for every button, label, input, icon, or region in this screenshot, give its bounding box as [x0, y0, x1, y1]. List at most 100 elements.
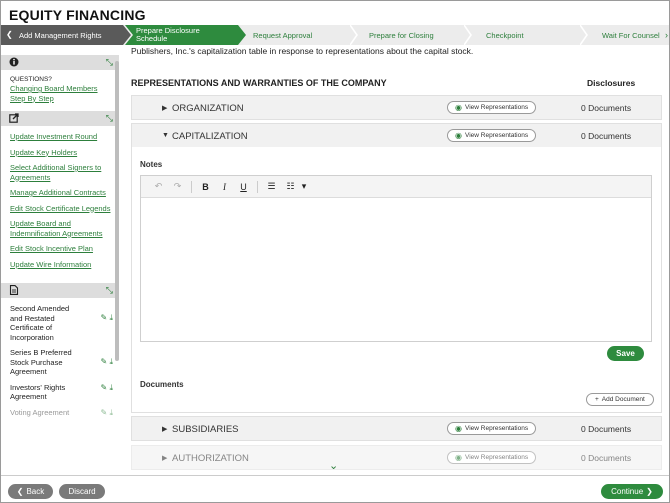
- step-checkpoint[interactable]: Checkpoint: [486, 25, 524, 45]
- rep-item-authorization[interactable]: ▶ AUTHORIZATION ◉ View Representations 0 …: [131, 445, 662, 470]
- info-panel: QUESTIONS? Changing Board Members Step B…: [1, 70, 119, 109]
- link-step-by-step[interactable]: Step By Step: [10, 94, 113, 104]
- step-active[interactable]: Prepare Disclosure Schedule: [125, 25, 246, 45]
- step-label: Wait For Counsel: [602, 30, 660, 40]
- link-update-board-indemnification[interactable]: Update Board and Indemnification Agreeme…: [10, 219, 113, 238]
- footer-bar: ❮ Back Discard Continue ❯: [1, 475, 669, 502]
- link-manage-additional-contracts[interactable]: Manage Additional Contracts: [10, 188, 113, 198]
- scroll-down-icon[interactable]: ⌄: [329, 459, 338, 472]
- step-label: Request Approval: [253, 30, 313, 40]
- document-name: Investors' Rights Agreement: [10, 382, 66, 402]
- underline-icon[interactable]: U: [234, 182, 253, 192]
- toolbar-divider: [257, 180, 258, 193]
- external-link-icon: [9, 112, 19, 125]
- download-icon[interactable]: ⤓: [109, 408, 113, 417]
- bold-icon[interactable]: B: [196, 182, 215, 192]
- capitalization-panel: Notes ↶ ↷ B I U ☰ ☷ ▾ Save Documents + Ad…: [131, 147, 662, 413]
- edit-icon[interactable]: ✎: [101, 408, 108, 417]
- rep-title: CAPITALIZATION: [172, 131, 248, 142]
- save-button[interactable]: Save: [607, 346, 644, 361]
- document-item: Second Amended and Restated Certificate …: [10, 304, 113, 342]
- document-item: Voting Agreement ✎ ⤓: [10, 408, 113, 418]
- step-progress-bar: ❮ Add Management Rights Prepare Disclosu…: [1, 25, 669, 45]
- numbered-list-icon[interactable]: ☷: [281, 181, 300, 192]
- document-icon: [9, 284, 19, 297]
- link-update-investment-round[interactable]: Update Investment Round: [10, 132, 113, 142]
- link-edit-stock-incentive-plan[interactable]: Edit Stock Incentive Plan: [10, 244, 113, 254]
- download-icon[interactable]: ⤓: [109, 383, 113, 392]
- document-count: 0 Documents: [581, 453, 632, 463]
- chevron-down-icon[interactable]: ▾: [300, 181, 308, 192]
- link-changing-board-members[interactable]: Changing Board Members: [10, 84, 113, 94]
- document-name: Series B Preferred Stock Purchase Agreem…: [10, 348, 72, 376]
- edit-icon[interactable]: ✎: [101, 383, 108, 392]
- view-representations-button[interactable]: ◉ View Representations: [447, 129, 537, 142]
- link-select-additional-signers[interactable]: Select Additional Signers to Agreements: [10, 163, 113, 182]
- continue-button[interactable]: Continue ❯: [601, 484, 663, 499]
- undo-icon[interactable]: ↶: [149, 181, 168, 192]
- collapse-icon[interactable]: ⤡: [106, 113, 113, 124]
- download-icon[interactable]: ⤓: [109, 313, 113, 322]
- link-edit-stock-certificate-legends[interactable]: Edit Stock Certificate Legends: [10, 204, 113, 214]
- sidebar-scrollbar[interactable]: [115, 61, 119, 361]
- step-label: Checkpoint: [486, 30, 524, 40]
- main-content: Publishers, Inc.'s capitalization table …: [123, 45, 669, 475]
- discard-button[interactable]: Discard: [59, 484, 105, 499]
- disclosures-header: Disclosures: [587, 78, 636, 88]
- page-title: EQUITY FINANCING: [9, 7, 146, 23]
- rep-item-capitalization[interactable]: ▼ CAPITALIZATION ◉ View Representations 0…: [131, 123, 662, 148]
- view-representations-button[interactable]: ◉ View Representations: [447, 422, 537, 435]
- step-completed[interactable]: ❮ Add Management Rights: [1, 25, 131, 45]
- documents-panel: Second Amended and Restated Certificate …: [1, 298, 119, 429]
- intro-text: Publishers, Inc.'s capitalization table …: [131, 46, 474, 56]
- rep-item-subsidiaries[interactable]: ▶ SUBSIDIARIES ◉ View Representations 0 D…: [131, 416, 662, 441]
- eye-icon: ◉: [455, 424, 462, 433]
- step-wait-counsel[interactable]: Wait For Counsel: [602, 25, 662, 45]
- document-count: 0 Documents: [581, 424, 632, 434]
- redo-icon[interactable]: ↷: [168, 181, 187, 192]
- sidebar: ⤡ QUESTIONS? Changing Board Members Step…: [1, 55, 119, 475]
- document-name: Voting Agreement: [10, 407, 70, 417]
- document-count: 0 Documents: [581, 103, 632, 113]
- add-document-button[interactable]: + Add Document: [586, 393, 654, 406]
- edit-icon[interactable]: ✎: [101, 313, 108, 322]
- actions-panel-header: ⤡: [1, 111, 119, 126]
- step-prepare-closing[interactable]: Prepare for Closing: [369, 25, 434, 45]
- collapse-icon[interactable]: ⤡: [106, 285, 113, 296]
- step-label: Add Management Rights: [19, 30, 102, 40]
- step-separator: [464, 25, 472, 45]
- edit-icon[interactable]: ✎: [101, 357, 108, 366]
- back-button[interactable]: ❮ Back: [8, 484, 53, 499]
- plus-icon: +: [595, 396, 599, 403]
- chevron-right-icon[interactable]: ›: [665, 30, 668, 40]
- caret-right-icon: ▶: [162, 426, 168, 433]
- view-representations-button[interactable]: ◉ View Representations: [447, 101, 537, 114]
- documents-panel-header: ⤡: [1, 283, 119, 298]
- notes-editor[interactable]: ↶ ↷ B I U ☰ ☷ ▾: [140, 175, 652, 342]
- step-separator: [580, 25, 588, 45]
- actions-panel: Update Investment Round Update Key Holde…: [1, 126, 119, 281]
- app-window: EQUITY FINANCING ❮ Add Management Rights…: [0, 0, 670, 503]
- download-icon[interactable]: ⤓: [109, 357, 113, 366]
- rep-item-organization[interactable]: ▶ ORGANIZATION ◉ View Representations 0 D…: [131, 95, 662, 120]
- caret-down-icon: ▼: [162, 132, 169, 139]
- link-update-wire-information[interactable]: Update Wire Information: [10, 260, 113, 270]
- italic-icon[interactable]: I: [215, 182, 234, 192]
- step-request-approval[interactable]: Request Approval: [253, 25, 312, 45]
- notes-label: Notes: [140, 160, 163, 169]
- document-item: Investors' Rights Agreement ✎ ⤓: [10, 383, 113, 402]
- toolbar-divider: [191, 180, 192, 193]
- view-representations-button[interactable]: ◉ View Representations: [447, 451, 537, 464]
- rep-title: SUBSIDIARIES: [172, 424, 239, 435]
- rep-title: AUTHORIZATION: [172, 453, 249, 464]
- info-panel-header: ⤡: [1, 55, 119, 70]
- caret-right-icon: ▶: [162, 105, 168, 112]
- eye-icon: ◉: [455, 453, 462, 462]
- bullet-list-icon[interactable]: ☰: [262, 181, 281, 192]
- eye-icon: ◉: [455, 103, 462, 112]
- section-title: REPRESENTATIONS AND WARRANTIES OF THE CO…: [131, 78, 387, 88]
- link-update-key-holders[interactable]: Update Key Holders: [10, 148, 113, 158]
- collapse-icon[interactable]: ⤡: [106, 57, 113, 68]
- caret-right-icon: ▶: [162, 455, 168, 462]
- editor-toolbar: ↶ ↷ B I U ☰ ☷ ▾: [141, 176, 651, 198]
